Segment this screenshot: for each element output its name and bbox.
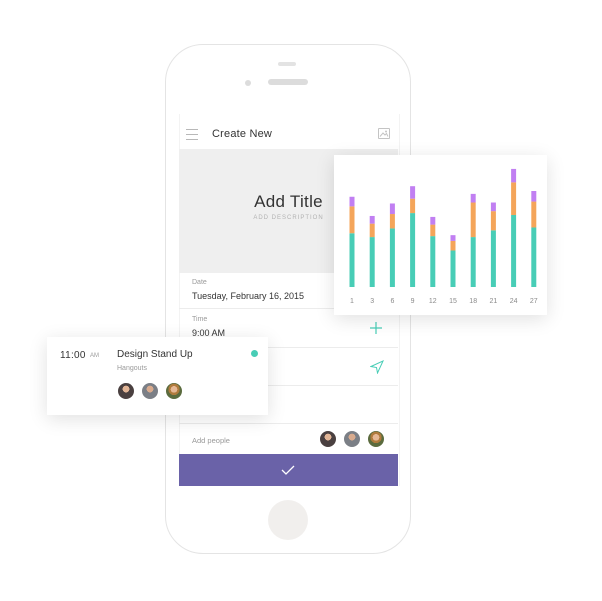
bar-segment — [430, 216, 436, 225]
time-label: Time — [192, 316, 208, 323]
bar-segment — [531, 191, 537, 202]
bar-segment — [531, 201, 537, 228]
bar-segment — [470, 202, 476, 238]
bar-chart: 1 3 6 9 12 15 18 21 24 27 — [349, 168, 538, 305]
bar-segment — [369, 215, 375, 224]
event-time: 11:00 — [60, 350, 86, 361]
bar-segment — [470, 237, 476, 287]
bar-segment — [430, 236, 436, 287]
bar-segment — [450, 235, 456, 241]
x-tick-label: 27 — [530, 298, 538, 305]
bar-segment — [349, 196, 355, 207]
status-dot — [251, 350, 258, 357]
bar-segment — [410, 198, 416, 214]
menu-icon[interactable] — [186, 129, 198, 140]
x-tick-label: 18 — [469, 298, 477, 305]
bar-segment — [410, 213, 416, 287]
divider — [179, 423, 398, 424]
bar-segment — [389, 203, 395, 215]
add-people-label[interactable]: Add people — [192, 436, 230, 445]
event-title: Design Stand Up — [117, 349, 193, 360]
bar-segment — [470, 193, 476, 203]
bar-segment — [490, 202, 496, 212]
bar-segment — [430, 224, 436, 237]
chart-card: 1 3 6 9 12 15 18 21 24 27 — [334, 155, 547, 315]
bar-segment — [511, 168, 517, 183]
bar-segment — [389, 228, 395, 287]
home-button[interactable] — [268, 500, 308, 540]
phone-camera — [245, 80, 251, 86]
bar-segment — [369, 223, 375, 238]
date-field[interactable]: Tuesday, February 16, 2015 — [192, 291, 304, 301]
avatar — [141, 382, 159, 400]
x-tick-label: 6 — [390, 298, 394, 305]
x-tick-label: 9 — [411, 298, 415, 305]
bar-segment — [369, 237, 375, 287]
bar-segment — [349, 233, 355, 287]
x-tick-label: 3 — [370, 298, 374, 305]
bar-segment — [410, 186, 416, 199]
bar-segment — [450, 240, 456, 251]
bar-segment — [490, 211, 496, 231]
bar-segment — [531, 227, 537, 287]
page-title: Create New — [212, 128, 273, 140]
bar-segment — [389, 214, 395, 229]
bar-segment — [490, 230, 496, 287]
avatar — [117, 382, 135, 400]
avatar — [165, 382, 183, 400]
avatar[interactable] — [343, 430, 361, 448]
x-tick-label: 1 — [350, 298, 354, 305]
event-ampm: AM — [90, 353, 99, 359]
phone-speaker — [268, 79, 308, 85]
x-tick-label: 12 — [429, 298, 437, 305]
send-icon[interactable] — [369, 359, 385, 375]
check-icon[interactable] — [280, 463, 296, 477]
image-icon[interactable] — [378, 128, 390, 139]
phone-sensor — [278, 62, 296, 66]
avatar[interactable] — [367, 430, 385, 448]
x-tick-label: 15 — [449, 298, 457, 305]
date-label: Date — [192, 279, 207, 286]
bar-segment — [349, 206, 355, 234]
x-tick-label: 21 — [490, 298, 498, 305]
plus-icon[interactable] — [369, 321, 383, 335]
x-tick-label: 24 — [510, 298, 518, 305]
bar-segment — [511, 182, 517, 215]
avatar[interactable] — [319, 430, 337, 448]
bar-segment — [450, 250, 456, 287]
event-subtitle: Hangouts — [117, 365, 147, 372]
bar-segment — [511, 215, 517, 287]
